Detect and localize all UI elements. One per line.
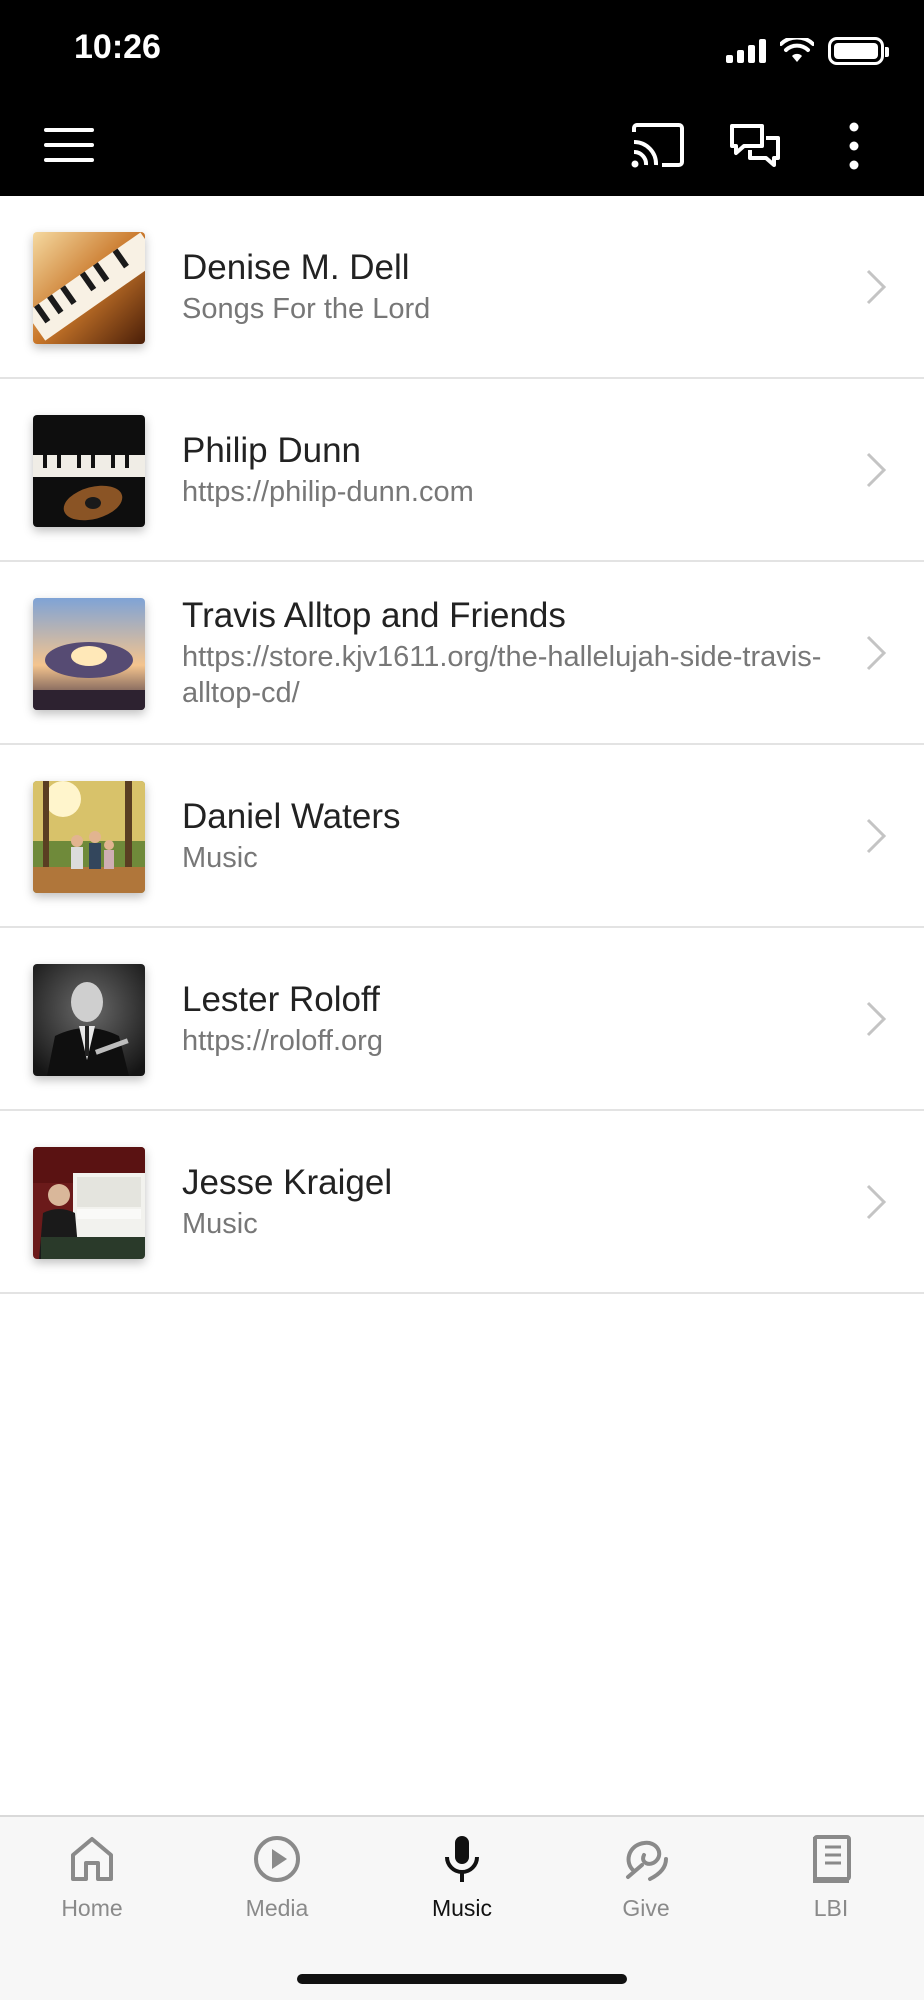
- album-art-for-lovin-me: [33, 415, 145, 527]
- chevron-right-icon: [866, 635, 887, 670]
- tab-home[interactable]: Home: [22, 1833, 162, 1943]
- list-item-title: Jesse Kraigel: [182, 1162, 393, 1202]
- album-art-hallelujah-side: [33, 598, 145, 710]
- list-item-subtitle: https://roloff.org: [182, 1024, 383, 1057]
- artist-list: Denise M. Dell Songs For the Lord Philip…: [0, 196, 924, 1294]
- chevron-right-icon: [866, 452, 887, 487]
- list-item[interactable]: Denise M. Dell Songs For the Lord: [0, 196, 924, 379]
- tab-lbi[interactable]: LBI: [761, 1833, 901, 1943]
- list-item-subtitle: Music: [182, 841, 258, 874]
- app-header: 10:26: [0, 0, 924, 196]
- chevron-right-icon: [866, 1184, 887, 1219]
- list-item-title: Philip Dunn: [182, 430, 361, 470]
- home-icon: [71, 1837, 113, 1881]
- album-art-lester-roloff: [33, 964, 145, 1076]
- chevron-right-icon: [866, 1001, 887, 1036]
- play-circle-icon: [254, 1836, 300, 1882]
- list-item[interactable]: Daniel Waters Music: [0, 745, 924, 928]
- bottom-tab-bar: Home Media Music Give LBI: [0, 1815, 924, 2000]
- album-art-daniel-waters: [33, 781, 145, 893]
- cellular-signal-icon: [726, 39, 766, 63]
- list-item[interactable]: Lester Roloff https://roloff.org: [0, 928, 924, 1111]
- wifi-icon: [780, 38, 814, 62]
- list-item[interactable]: Travis Alltop and Friends https://store.…: [0, 562, 924, 745]
- list-item[interactable]: Philip Dunn https://philip-dunn.com: [0, 379, 924, 562]
- microphone-icon: [445, 1836, 479, 1882]
- hamburger-menu-icon[interactable]: [44, 128, 96, 164]
- chevron-right-icon: [866, 269, 887, 304]
- book-icon: [813, 1835, 851, 1883]
- tab-label: Music: [431, 1895, 493, 1921]
- tab-media[interactable]: Media: [207, 1833, 347, 1943]
- cast-icon[interactable]: [630, 120, 686, 172]
- battery-icon: [828, 37, 889, 65]
- status-icons: [726, 36, 889, 66]
- list-item-title: Daniel Waters: [182, 796, 401, 836]
- more-vertical-icon[interactable]: [826, 120, 882, 172]
- album-art-songs-for-the-lord: [33, 232, 145, 344]
- list-item-subtitle: Songs For the Lord: [182, 292, 431, 325]
- list-item-title: Denise M. Dell: [182, 247, 410, 287]
- list-item-subtitle: https://store.kjv1611.org/the-hallelujah…: [182, 640, 822, 709]
- chevron-right-icon: [866, 818, 887, 853]
- tab-give[interactable]: Give: [576, 1833, 716, 1943]
- list-item[interactable]: Jesse Kraigel Music: [0, 1111, 924, 1294]
- give-icon: [626, 1840, 668, 1881]
- tab-music[interactable]: Music: [392, 1833, 532, 1943]
- list-item-title: Lester Roloff: [182, 979, 380, 1019]
- tab-label: Give: [622, 1895, 670, 1921]
- tab-label: Media: [245, 1895, 309, 1921]
- list-item-subtitle: https://philip-dunn.com: [182, 475, 474, 508]
- tab-label: Home: [61, 1895, 123, 1921]
- chat-bubbles-icon[interactable]: [728, 120, 784, 172]
- tab-label: LBI: [813, 1895, 849, 1921]
- album-art-jesse-kraigel: [33, 1147, 145, 1259]
- home-indicator: [297, 1974, 627, 1984]
- status-time: 10:26: [74, 28, 161, 66]
- list-item-title: Travis Alltop and Friends: [182, 595, 566, 635]
- list-item-subtitle: Music: [182, 1207, 258, 1240]
